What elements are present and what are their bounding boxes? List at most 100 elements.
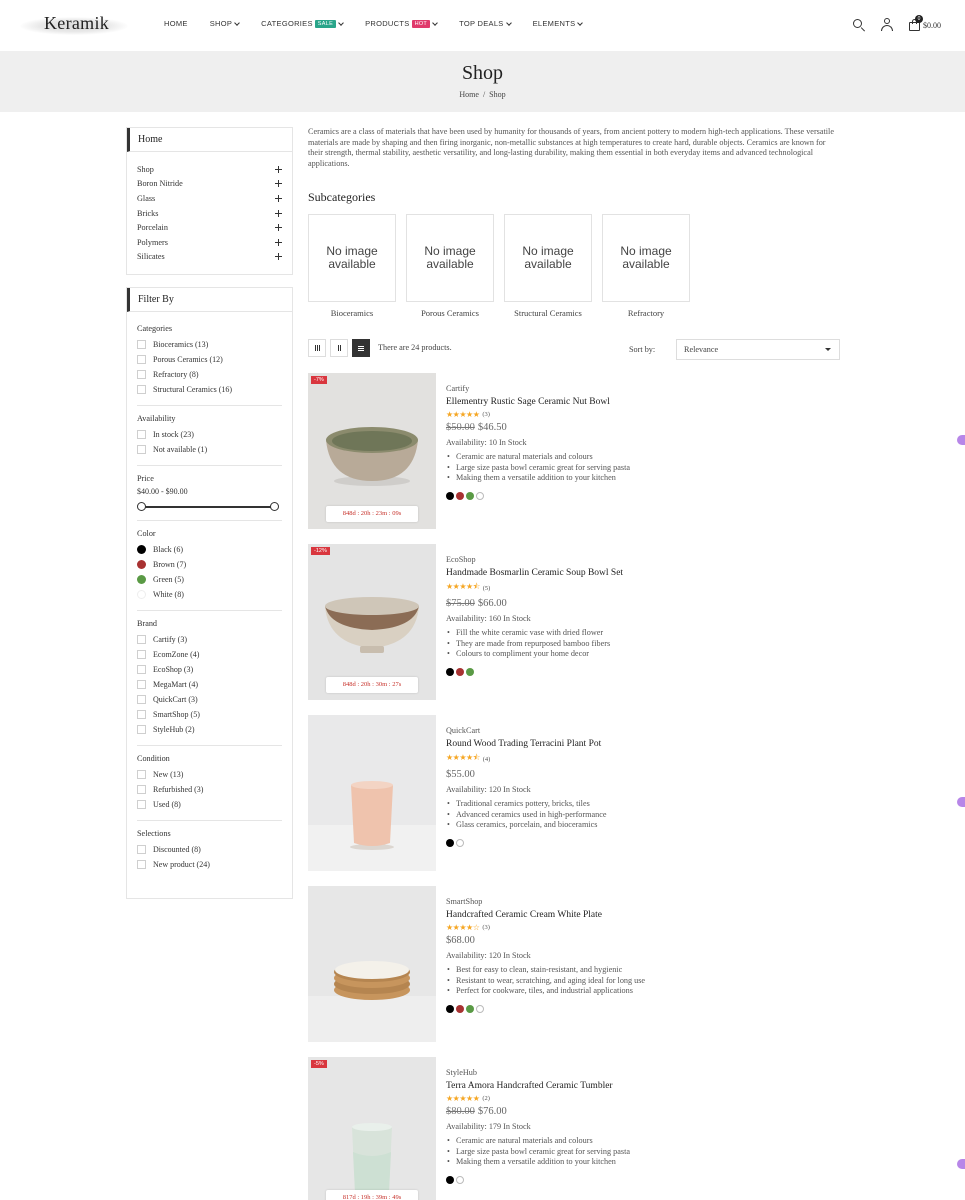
checkbox[interactable] [137,635,146,644]
color-swatch[interactable] [137,590,146,599]
grid-view-2-button[interactable] [330,339,348,357]
filter-option[interactable]: In stock (23) [137,427,282,442]
subcategory-card[interactable]: No image available Refractory [602,214,690,318]
filter-option[interactable]: Refurbished (3) [137,782,282,797]
checkbox[interactable] [137,770,146,779]
checkbox[interactable] [137,665,146,674]
subcategory-image-placeholder[interactable]: No image available [602,214,690,302]
user-icon[interactable] [880,18,894,32]
checkbox[interactable] [137,800,146,809]
subcategory-label[interactable]: Refractory [602,308,690,318]
floating-widget-tab[interactable] [957,435,965,445]
filter-option[interactable]: Refractory (8) [137,367,282,382]
filter-option[interactable]: Porous Ceramics (12) [137,352,282,367]
expand-plus-icon[interactable] [275,224,282,232]
product-image[interactable]: -12% 848d : 20h : 30m : 27s [308,544,436,700]
product-name[interactable]: Ellementry Rustic Sage Ceramic Nut Bowl [446,397,836,407]
nav-item-top-deals[interactable]: TOP DEALS [459,19,512,28]
checkbox[interactable] [137,650,146,659]
color-option[interactable]: Black (6) [137,542,282,557]
checkbox[interactable] [137,785,146,794]
expand-plus-icon[interactable] [275,238,282,246]
filter-option[interactable]: EcomZone (4) [137,647,282,662]
color-option[interactable]: White (8) [137,587,282,602]
category-item[interactable]: Glass [137,191,282,206]
sort-select[interactable]: Relevance [676,339,840,360]
grid-view-3-button[interactable] [308,339,326,357]
product-image[interactable]: -7% 848d : 20h : 23m : 09s [308,373,436,529]
subcategory-image-placeholder[interactable]: No image available [406,214,494,302]
checkbox[interactable] [137,355,146,364]
nav-item-home[interactable]: HOME [164,19,188,28]
subcategory-image-placeholder[interactable]: No image available [504,214,592,302]
color-variant-swatch[interactable] [446,667,454,676]
nav-item-shop[interactable]: SHOP [210,19,241,28]
product-name[interactable]: Round Wood Trading Terracini Plant Pot [446,739,836,749]
checkbox[interactable] [137,725,146,734]
filter-option[interactable]: SmartShop (5) [137,707,282,722]
filter-option[interactable]: Bioceramics (13) [137,337,282,352]
category-tree-title[interactable]: Home [127,128,292,152]
subcategory-label[interactable]: Bioceramics [308,308,396,318]
filter-option[interactable]: EcoShop (3) [137,662,282,677]
checkbox[interactable] [137,695,146,704]
nav-item-elements[interactable]: ELEMENTS [533,19,584,28]
checkbox[interactable] [137,445,146,454]
cart-icon[interactable]: 0 [908,15,923,32]
product-brand[interactable]: Cartify [446,384,836,393]
color-variant-swatch[interactable] [456,838,464,847]
floating-widget-tab[interactable] [957,1159,965,1169]
list-view-button[interactable] [352,339,370,357]
checkbox[interactable] [137,680,146,689]
category-item[interactable]: Boron Nitride [137,177,282,192]
category-item[interactable]: Shop [137,162,282,177]
nav-item-products[interactable]: PRODUCTS HOT [365,19,438,28]
checkbox[interactable] [137,845,146,854]
logo[interactable]: Keramik [20,11,130,37]
filter-option[interactable]: New (13) [137,767,282,782]
color-variant-swatch[interactable] [446,1175,454,1184]
subcategory-label[interactable]: Porous Ceramics [406,308,494,318]
color-variant-swatch[interactable] [466,1004,474,1013]
category-item[interactable]: Bricks [137,206,282,221]
checkbox[interactable] [137,860,146,869]
color-option[interactable]: Brown (7) [137,557,282,572]
search-icon[interactable] [852,18,866,32]
color-variant-swatch[interactable] [446,838,454,847]
product-name[interactable]: Handcrafted Ceramic Cream White Plate [446,910,836,920]
color-variant-swatch[interactable] [476,1004,484,1013]
subcategory-card[interactable]: No image available Bioceramics [308,214,396,318]
color-swatch[interactable] [137,575,146,584]
expand-plus-icon[interactable] [275,194,282,202]
subcategory-card[interactable]: No image available Porous Ceramics [406,214,494,318]
filter-option[interactable]: Not available (1) [137,442,282,457]
category-item[interactable]: Porcelain [137,220,282,235]
filter-option[interactable]: New product (24) [137,857,282,872]
filter-option[interactable]: QuickCart (3) [137,692,282,707]
filter-option[interactable]: Cartify (3) [137,632,282,647]
filter-option[interactable]: Discounted (8) [137,842,282,857]
filter-option[interactable]: Structural Ceramics (16) [137,382,282,397]
product-name[interactable]: Terra Amora Handcrafted Ceramic Tumbler [446,1081,836,1091]
color-variant-swatch[interactable] [456,1004,464,1013]
color-variant-swatch[interactable] [446,491,454,500]
color-variant-swatch[interactable] [446,1004,454,1013]
color-variant-swatch[interactable] [456,491,464,500]
filter-option[interactable]: Used (8) [137,797,282,812]
color-option[interactable]: Green (5) [137,572,282,587]
price-slider-max-handle[interactable] [270,502,279,511]
checkbox[interactable] [137,370,146,379]
floating-widget-tab[interactable] [957,797,965,807]
filter-option[interactable]: MegaMart (4) [137,677,282,692]
category-item[interactable]: Polymers [137,235,282,250]
expand-plus-icon[interactable] [275,253,282,261]
checkbox[interactable] [137,430,146,439]
product-image[interactable] [308,886,436,1042]
color-variant-swatch[interactable] [476,491,484,500]
product-brand[interactable]: SmartShop [446,897,836,906]
product-brand[interactable]: StyleHub [446,1068,836,1077]
color-variant-swatch[interactable] [466,667,474,676]
cart-total[interactable]: $0.00 [923,21,941,30]
expand-plus-icon[interactable] [275,165,282,173]
price-slider-min-handle[interactable] [137,502,146,511]
